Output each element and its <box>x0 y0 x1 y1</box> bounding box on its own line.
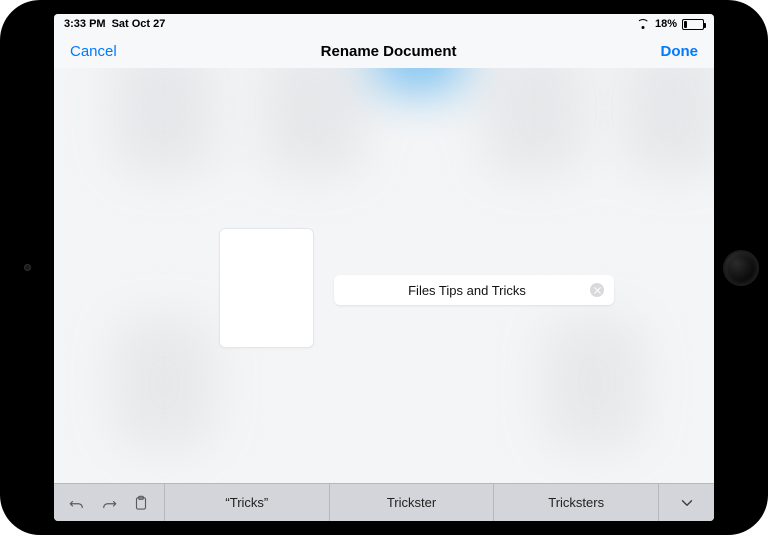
battery-fill <box>684 21 687 28</box>
chevron-down-icon <box>678 494 696 512</box>
done-button[interactable]: Done <box>660 43 698 60</box>
redo-icon <box>100 494 118 512</box>
front-camera <box>24 264 31 271</box>
clear-text-button[interactable] <box>590 283 604 297</box>
keyboard-tools <box>54 484 164 521</box>
device-left-bezel <box>0 0 54 535</box>
ipad-frame: 3:33 PM Sat Oct 27 18% Cancel Rename Doc… <box>0 0 768 535</box>
battery-icon <box>682 19 704 30</box>
nav-bar: Cancel Rename Document Done <box>54 34 714 68</box>
rename-field[interactable] <box>334 275 614 305</box>
device-right-bezel <box>714 0 768 535</box>
nav-title: Rename Document <box>321 43 457 60</box>
screen: 3:33 PM Sat Oct 27 18% Cancel Rename Doc… <box>54 14 714 521</box>
suggestion-1[interactable]: “Tricks” <box>164 484 329 521</box>
home-button[interactable] <box>723 250 759 286</box>
paste-button[interactable] <box>132 494 150 512</box>
keyboard-dismiss-button[interactable] <box>658 484 714 521</box>
content-area <box>54 68 714 483</box>
document-thumbnail <box>219 228 314 348</box>
rename-input[interactable] <box>344 283 590 298</box>
battery-percentage: 18% <box>655 18 677 30</box>
status-bar: 3:33 PM Sat Oct 27 18% <box>54 14 714 34</box>
suggestion-2[interactable]: Trickster <box>329 484 494 521</box>
status-time: 3:33 PM <box>64 18 106 30</box>
keyboard-suggestions: “Tricks” Trickster Tricksters <box>164 484 658 521</box>
cancel-button[interactable]: Cancel <box>70 43 117 60</box>
suggestion-3[interactable]: Tricksters <box>493 484 658 521</box>
redo-button[interactable] <box>100 494 118 512</box>
close-icon <box>594 287 601 294</box>
status-date: Sat Oct 27 <box>112 18 166 30</box>
undo-icon <box>68 494 86 512</box>
clipboard-icon <box>132 494 150 512</box>
keyboard-accessory-bar: “Tricks” Trickster Tricksters <box>54 483 714 521</box>
undo-button[interactable] <box>68 494 86 512</box>
wifi-icon <box>637 19 650 29</box>
